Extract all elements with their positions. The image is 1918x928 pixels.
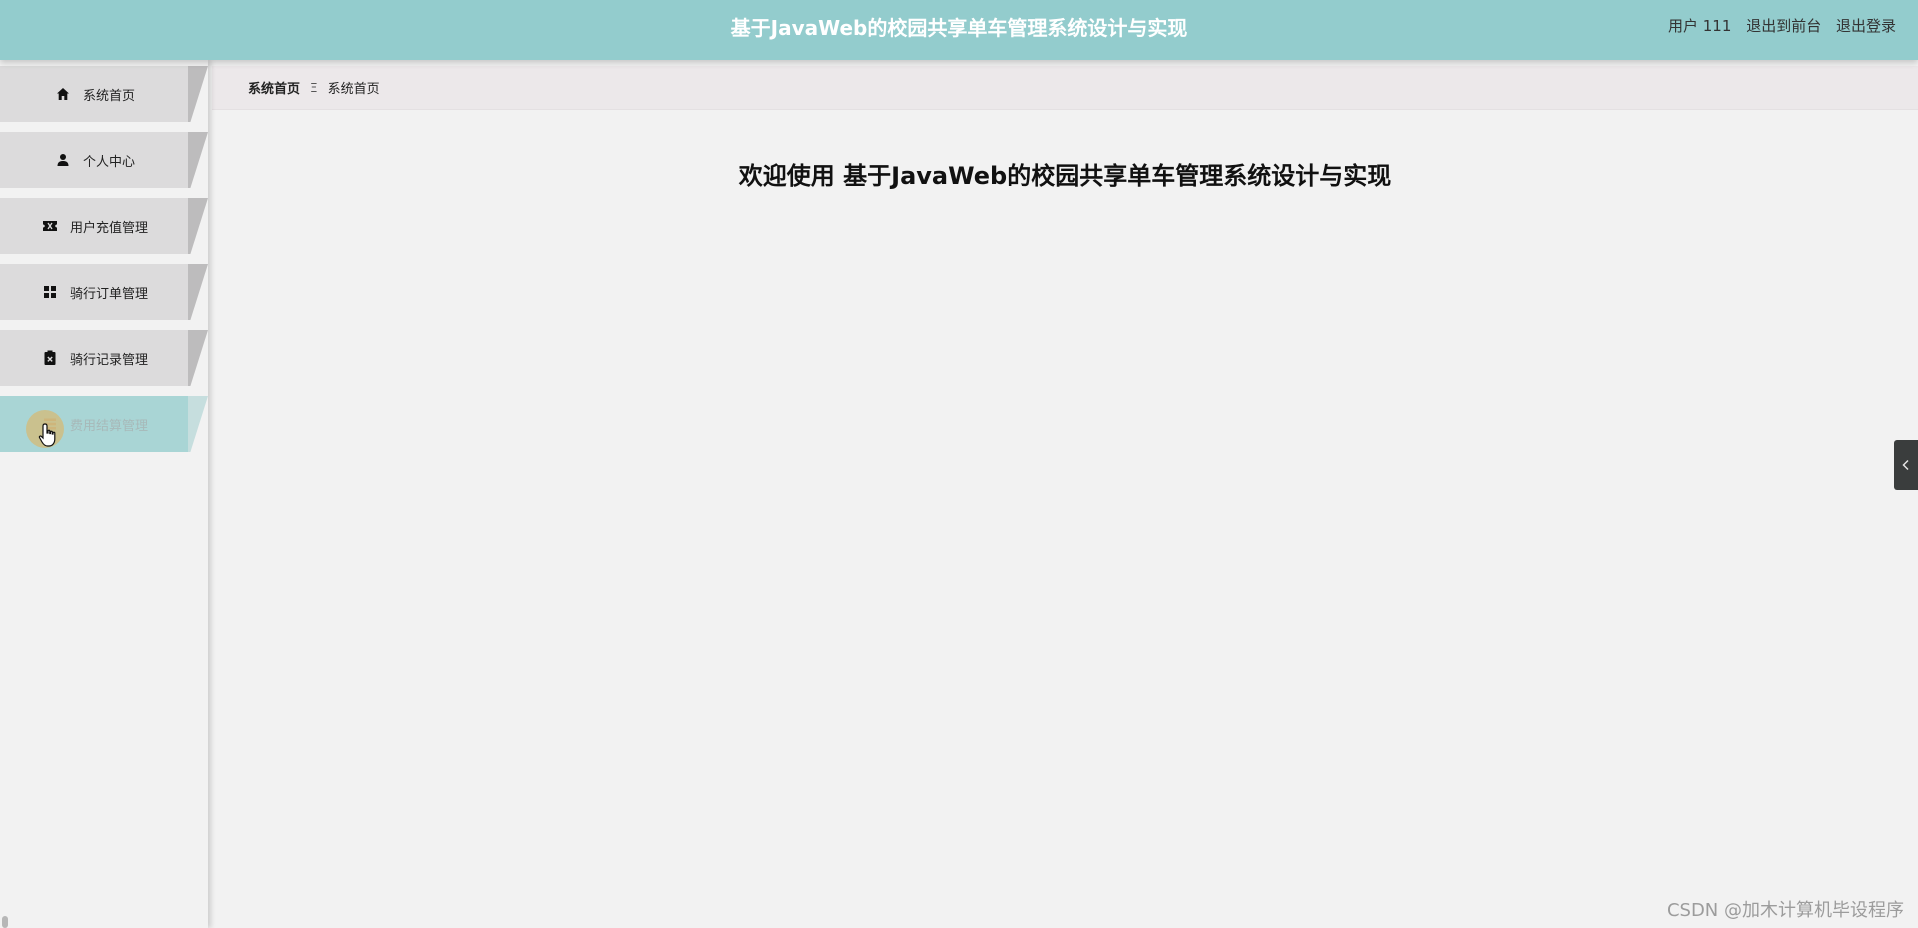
sidebar-item-label: 骑行记录管理 bbox=[69, 352, 148, 368]
menu-fold bbox=[188, 264, 208, 320]
breadcrumb-item-home[interactable]: 系统首页 bbox=[248, 78, 300, 97]
menu-fold bbox=[188, 330, 208, 386]
menu-face: 骑行订单管理 bbox=[0, 264, 190, 320]
menu-fold bbox=[188, 396, 208, 452]
welcome-heading: 欢迎使用 基于JavaWeb的校园共享单车管理系统设计与实现 bbox=[738, 162, 1392, 190]
collapse-panel-button[interactable] bbox=[1894, 440, 1918, 490]
chevron-left-icon bbox=[1901, 456, 1911, 475]
sidebar-item-label: 用户充值管理 bbox=[69, 220, 148, 236]
breadcrumb-item-current: 系统首页 bbox=[327, 82, 380, 97]
sidebar-scrollbar[interactable] bbox=[2, 916, 8, 928]
sidebar-item-home[interactable]: 系统首页 bbox=[0, 66, 208, 122]
menu-face: 个人中心 bbox=[0, 132, 190, 188]
person-icon bbox=[55, 152, 71, 168]
breadcrumb-separator: Ξ bbox=[310, 80, 318, 95]
sidebar-item-ride-records[interactable]: 骑行记录管理 bbox=[0, 330, 208, 386]
sidebar-item-personal-center[interactable]: 个人中心 bbox=[0, 132, 208, 188]
menu-fold bbox=[188, 66, 208, 122]
user-area: 用户 111 退出到前台 退出登录 bbox=[1658, 0, 1896, 52]
sidebar: 系统首页 个人中心 用户充值管理 骑行订单管理 骑行记录管理 费用结算管理 bbox=[0, 60, 208, 928]
logout-link[interactable]: 退出登录 bbox=[1836, 17, 1896, 35]
sidebar-item-label: 系统首页 bbox=[82, 88, 135, 104]
grid-icon bbox=[42, 284, 58, 300]
sidebar-item-label: 费用结算管理 bbox=[69, 418, 148, 434]
hand-cursor-icon bbox=[38, 422, 60, 448]
home-icon bbox=[55, 86, 71, 102]
ticket-icon bbox=[42, 218, 58, 234]
menu-fold bbox=[188, 198, 208, 254]
menu-fold bbox=[188, 132, 208, 188]
menu-face: 系统首页 bbox=[0, 66, 190, 122]
back-to-front-link[interactable]: 退出到前台 bbox=[1746, 17, 1821, 35]
breadcrumb: 系统首页 Ξ 系统首页 bbox=[212, 66, 1918, 110]
top-header: 基于JavaWeb的校园共享单车管理系统设计与实现 用户 111 退出到前台 退… bbox=[0, 0, 1918, 60]
sidebar-item-recharge[interactable]: 用户充值管理 bbox=[0, 198, 208, 254]
sidebar-item-label: 骑行订单管理 bbox=[69, 286, 148, 302]
app-title: 基于JavaWeb的校园共享单车管理系统设计与实现 bbox=[730, 16, 1188, 40]
watermark: CSDN @加木计算机毕设程序 bbox=[1666, 900, 1904, 921]
clipboard-x-icon bbox=[42, 350, 58, 366]
menu-face: 骑行记录管理 bbox=[0, 330, 190, 386]
sidebar-item-label: 个人中心 bbox=[82, 154, 135, 170]
current-user-label: 用户 111 bbox=[1668, 17, 1732, 35]
sidebar-item-ride-orders[interactable]: 骑行订单管理 bbox=[0, 264, 208, 320]
menu-face: 用户充值管理 bbox=[0, 198, 190, 254]
